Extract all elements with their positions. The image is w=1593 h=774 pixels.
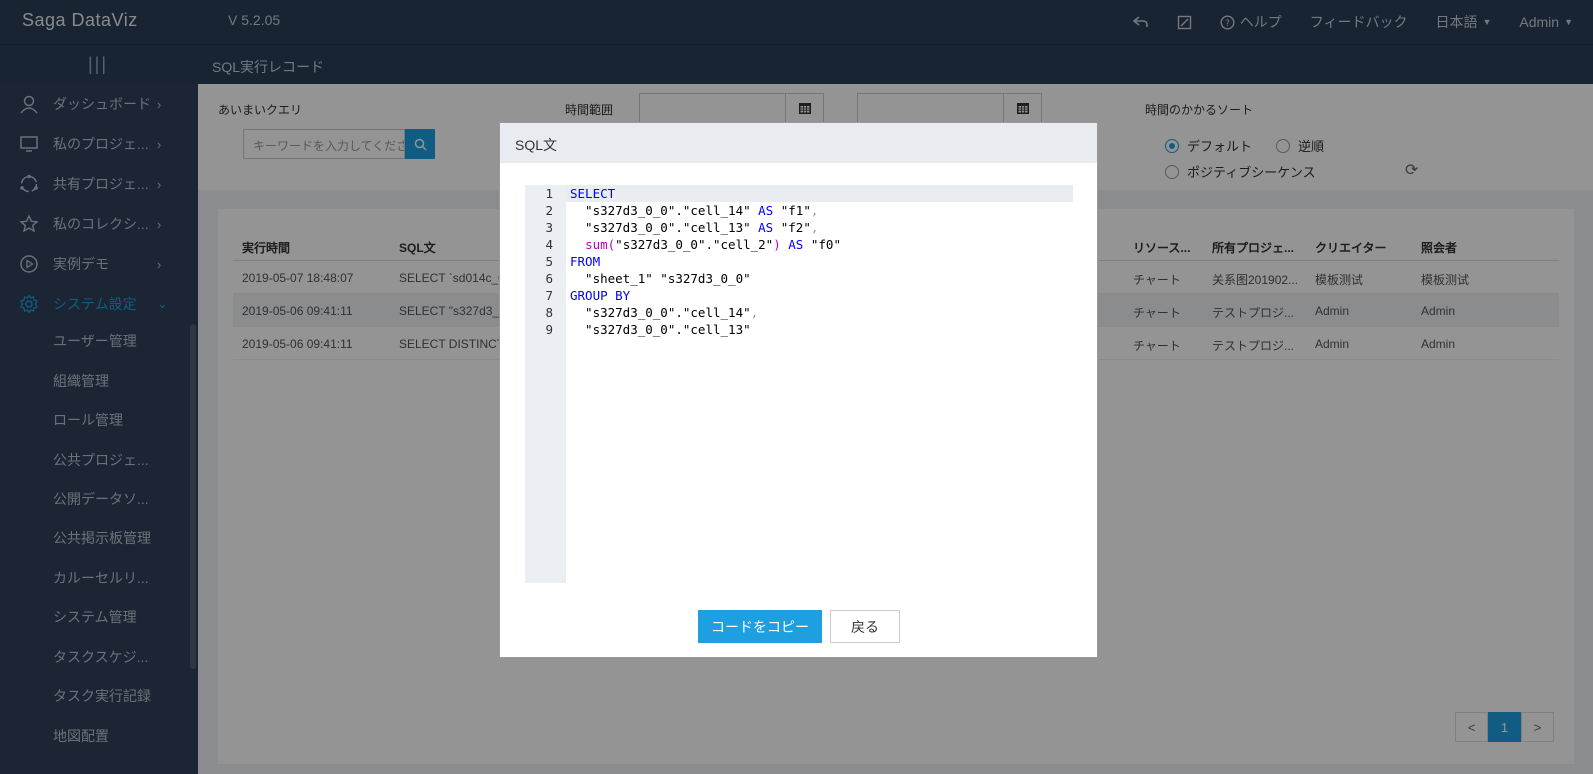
code-line: "s327d3_0_0"."cell_13" AS "f2", <box>570 220 819 235</box>
line-number: 8 <box>545 305 553 320</box>
line-number: 5 <box>545 254 553 269</box>
code-line: "s327d3_0_0"."cell_13" <box>570 322 751 337</box>
line-number: 4 <box>545 237 553 252</box>
code-line: sum("s327d3_0_0"."cell_2") AS "f0" <box>585 237 841 252</box>
line-number: 6 <box>545 271 553 286</box>
code-line: SELECT <box>570 186 616 201</box>
line-number-gutter: 1 2 3 4 5 6 7 8 9 <box>525 185 566 583</box>
sql-code-editor[interactable]: 1 2 3 4 5 6 7 8 9 SELECT "s327d3_0_0"."c… <box>525 185 1073 583</box>
line-number: 2 <box>545 203 553 218</box>
code-line: GROUP BY <box>570 288 631 303</box>
line-number: 9 <box>545 322 553 337</box>
current-line-highlight <box>566 185 1073 202</box>
line-number: 1 <box>545 186 553 201</box>
code-line: "sheet_1" "s327d3_0_0" <box>570 271 751 286</box>
line-number: 7 <box>545 288 553 303</box>
modal-header: SQL文 <box>500 123 1097 163</box>
line-number: 3 <box>545 220 553 235</box>
code-line: FROM <box>570 254 601 269</box>
code-line: "s327d3_0_0"."cell_14", <box>570 305 759 320</box>
code-line: "s327d3_0_0"."cell_14" AS "f1", <box>570 203 819 218</box>
modal-title: SQL文 <box>515 137 558 153</box>
sql-modal: SQL文 1 2 3 4 5 6 7 8 9 SELECT "s327d3_0_… <box>499 122 1098 658</box>
back-button[interactable]: 戻る <box>830 610 900 643</box>
copy-code-button[interactable]: コードをコピー <box>698 610 822 643</box>
